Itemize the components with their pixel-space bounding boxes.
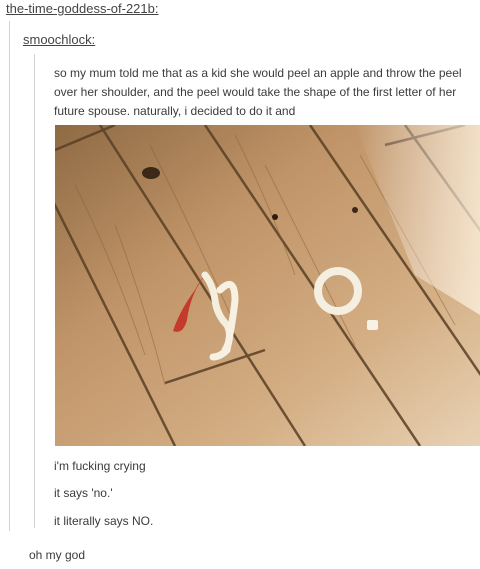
nested-username-link[interactable]: smoochlock: <box>23 32 95 47</box>
nested-reply-1: i'm fucking crying <box>54 459 146 473</box>
nested-reply-2: it says 'no.' <box>54 486 113 500</box>
original-post-text: so my mum told me that as a kid she woul… <box>54 66 462 118</box>
nail-hole <box>272 214 278 220</box>
wood-knot <box>142 167 160 179</box>
outer-reply-text: oh my god <box>29 548 86 562</box>
peel-piece <box>367 320 378 330</box>
nail-hole <box>352 207 358 213</box>
apple-peel-photo <box>55 125 480 446</box>
wood-floor-illustration <box>55 125 480 446</box>
reblogger-username-link[interactable]: the-time-goddess-of-221b: <box>6 1 158 16</box>
nested-reply-3: it literally says NO. <box>54 514 154 528</box>
